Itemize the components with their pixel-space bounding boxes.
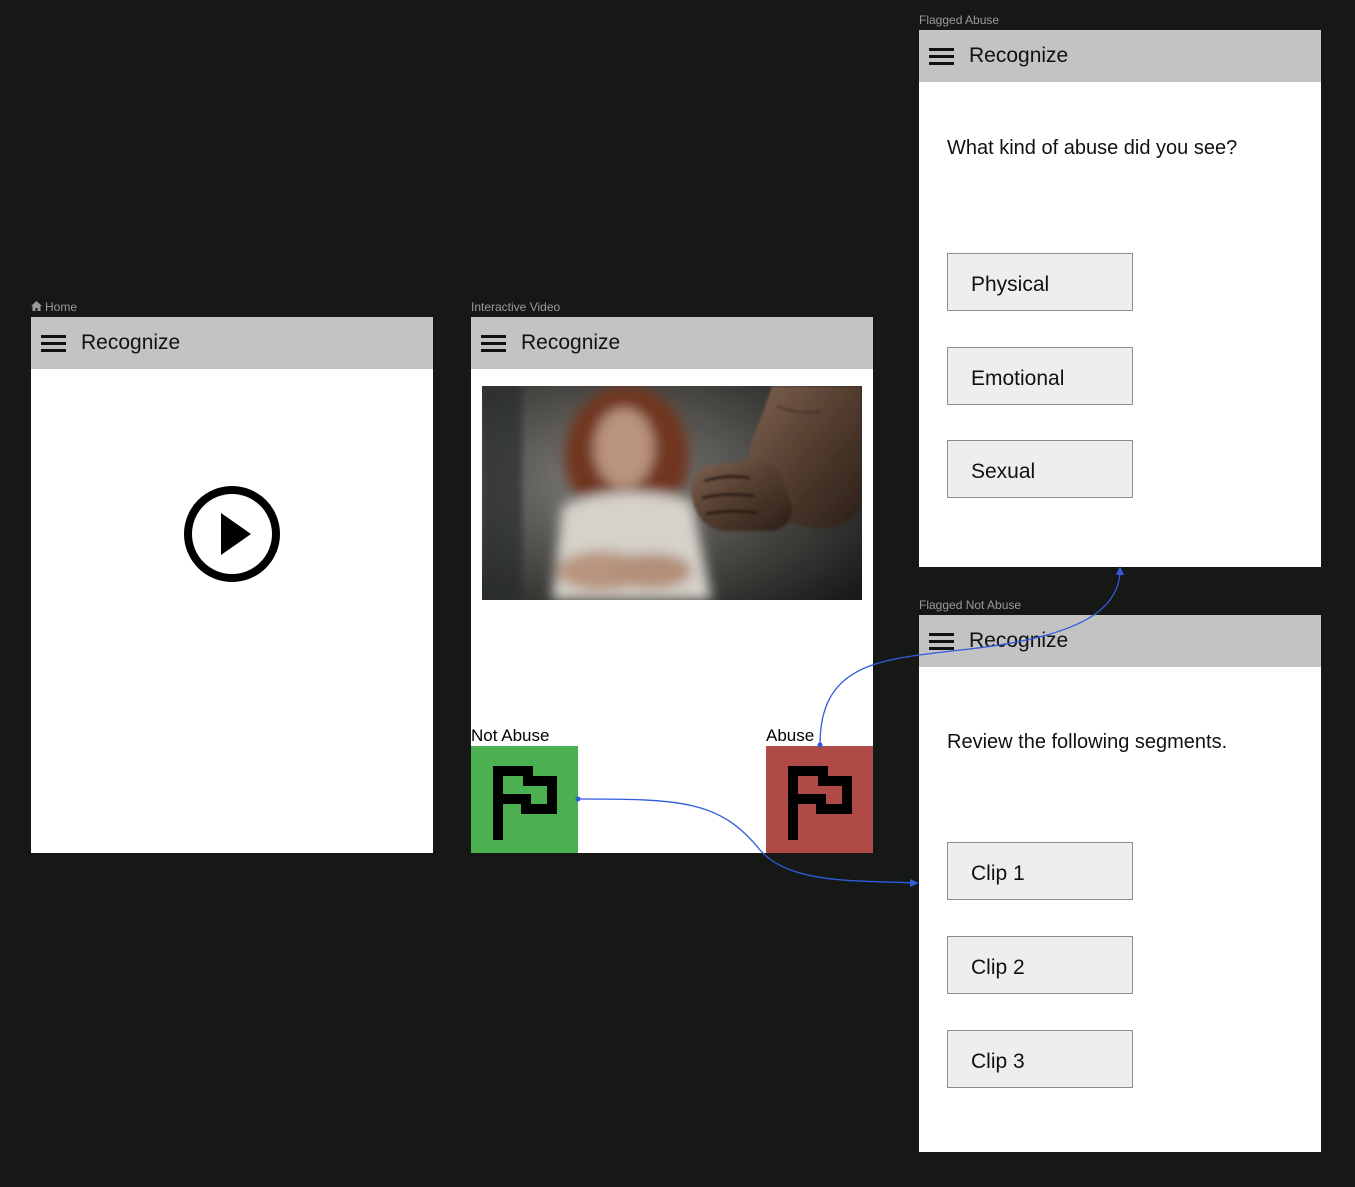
review-segments-prompt: Review the following segments. [947,731,1228,753]
connector-arrowhead [910,879,919,887]
clip-button-1[interactable]: Clip 1 [947,842,1133,900]
frame-flagged-abuse: Recognize What kind of abuse did you see… [919,30,1321,567]
frame-flagged-not-abuse: Recognize Review the following segments.… [919,615,1321,1152]
app-bar: Recognize [919,615,1321,667]
play-circle-icon[interactable] [183,485,281,583]
app-title: Recognize [81,331,181,354]
app-title: Recognize [969,629,1069,652]
frame-label-home: Home [31,300,77,315]
frame-title: Home [45,300,78,314]
frame-label-flagged-abuse: Flagged Abuse [919,13,999,27]
prototype-canvas: Flagged Abuse Recognize What kind of abu… [0,0,1355,1187]
frame-label-interactive-video: Interactive Video [471,300,560,314]
frame-title: Flagged Not Abuse [919,598,1022,612]
app-title: Recognize [969,44,1069,67]
option-button-sexual[interactable]: Sexual [947,440,1133,498]
option-button-physical[interactable]: Physical [947,253,1133,311]
app-bar: Recognize [31,317,433,369]
hamburger-menu-icon[interactable] [41,335,66,352]
clip-button-3[interactable]: Clip 3 [947,1030,1133,1088]
flag-icon [493,766,557,840]
frame-label-flagged-not-abuse: Flagged Not Abuse [919,598,1021,612]
option-button-emotional[interactable]: Emotional [947,347,1133,405]
abuse-button[interactable] [766,746,873,853]
option-label: Clip 2 [971,956,1025,979]
flag-icon [788,766,852,840]
connector-arrowhead [1116,566,1124,575]
option-label: Sexual [971,460,1036,483]
abuse-label: Abuse [766,726,815,745]
option-label: Clip 3 [971,1050,1025,1073]
option-label: Physical [971,273,1050,296]
hamburger-menu-icon[interactable] [929,48,954,65]
app-bar: Recognize [471,317,873,369]
app-bar: Recognize [919,30,1321,82]
not-abuse-label: Not Abuse [471,726,550,745]
frame-title: Flagged Abuse [919,13,1000,27]
frame-home: Recognize [31,317,433,853]
video-thumbnail[interactable] [482,386,862,600]
hamburger-menu-icon[interactable] [481,335,506,352]
abuse-type-question: What kind of abuse did you see? [947,137,1238,159]
option-label: Emotional [971,367,1065,390]
not-abuse-button[interactable] [471,746,578,853]
frame-interactive-video: Recognize Not Abuse Abuse [471,317,873,853]
option-label: Clip 1 [971,862,1025,885]
app-title: Recognize [521,331,621,354]
frame-title: Interactive Video [471,300,561,314]
clip-button-2[interactable]: Clip 2 [947,936,1133,994]
home-icon [31,301,42,315]
hamburger-menu-icon[interactable] [929,633,954,650]
